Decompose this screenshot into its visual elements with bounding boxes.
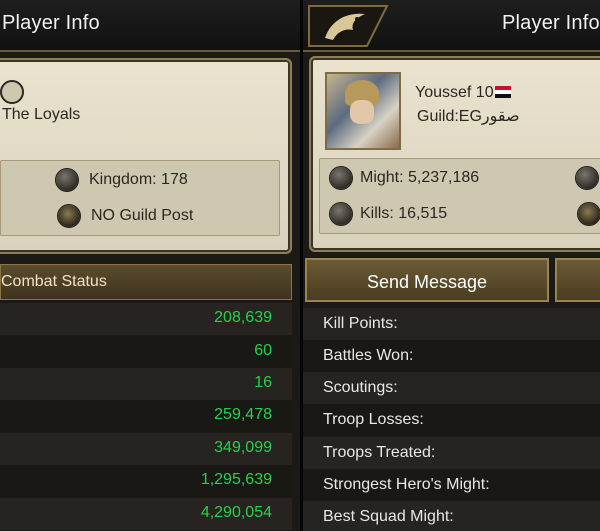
stat-value: 259,478 (214, 406, 272, 423)
stat-value: 1,295,639 (200, 471, 272, 488)
player-guild: Guild:EGصقور (417, 108, 520, 125)
left-page-title: Player Info (2, 12, 100, 34)
guild-name: The Loyals (2, 106, 81, 123)
might-icon (330, 167, 352, 189)
secondary-action-button[interactable] (555, 258, 600, 302)
stat-label: Scoutings: (323, 379, 398, 396)
egypt-flag-icon (494, 86, 511, 98)
stat-row: 208,639 (0, 303, 292, 335)
stat-row: 1,295,639 (0, 465, 292, 497)
stat-row: Troop Losses: (303, 404, 600, 436)
left-header: Player Info (0, 0, 300, 52)
stat-row: Battles Won: (303, 340, 600, 372)
kills-label: Kills: 16,515 (360, 205, 448, 222)
avatar[interactable] (325, 72, 401, 150)
right-header: Player Info (303, 0, 600, 52)
player-name: Youssef 10 (415, 84, 511, 102)
stat-label: Battles Won: (323, 347, 414, 364)
stat-row: Best Squad Might: (303, 501, 600, 531)
stat-value: 349,099 (214, 439, 272, 456)
might-label: Might: 5,237,186 (360, 169, 480, 186)
right-stats-box: Might: 5,237,186 Kills: 16,515 (319, 158, 600, 234)
stat-value: 208,639 (214, 309, 272, 326)
guild-post-label: NO Guild Post (91, 207, 194, 224)
stat-label: Best Squad Might: (323, 508, 454, 525)
left-player-card: The Loyals Kingdom: 178 NO Guild Post (0, 58, 292, 254)
right-player-info-panel: Player Info Youssef 10 Guild:EGصقور Migh… (303, 0, 600, 531)
stat-value: 4,290,054 (200, 504, 272, 521)
kingdom-label: Kingdom: 178 (89, 171, 188, 188)
left-stats-box: Kingdom: 178 NO Guild Post (0, 160, 280, 236)
stat-row: Troops Treated: (303, 437, 600, 469)
stat-value: 60 (254, 342, 272, 359)
stat-row: 16 (0, 368, 292, 400)
stat-value: 16 (254, 374, 272, 391)
kingdom-icon (576, 167, 598, 189)
stat-row: 259,478 (0, 400, 292, 432)
stat-row: 349,099 (0, 433, 292, 465)
combat-status-label: Combat Status (1, 273, 107, 290)
stat-label: Troop Losses: (323, 411, 424, 428)
guild-post-icon (58, 205, 80, 227)
stat-label: Troops Treated: (323, 444, 436, 461)
stat-row: 4,290,054 (0, 498, 292, 530)
stat-row: Scoutings: (303, 372, 600, 404)
kingdom-icon (56, 169, 78, 191)
guild-post-icon (578, 203, 600, 225)
stat-row: Strongest Hero's Might: (303, 469, 600, 501)
send-message-button[interactable]: Send Message (305, 258, 549, 302)
guild-emblem-icon (0, 80, 24, 104)
stat-label: Kill Points: (323, 315, 398, 332)
left-player-info-panel: Player Info The Loyals Kingdom: 178 NO G… (0, 0, 300, 531)
stat-row: Kill Points: (303, 308, 600, 340)
eagle-crest-icon (308, 5, 389, 47)
right-page-title: Player Info (502, 12, 600, 34)
combat-status-tab[interactable]: Combat Status (0, 264, 292, 300)
kills-icon (330, 203, 352, 225)
stat-row: 60 (0, 336, 292, 368)
stat-label: Strongest Hero's Might: (323, 476, 490, 493)
